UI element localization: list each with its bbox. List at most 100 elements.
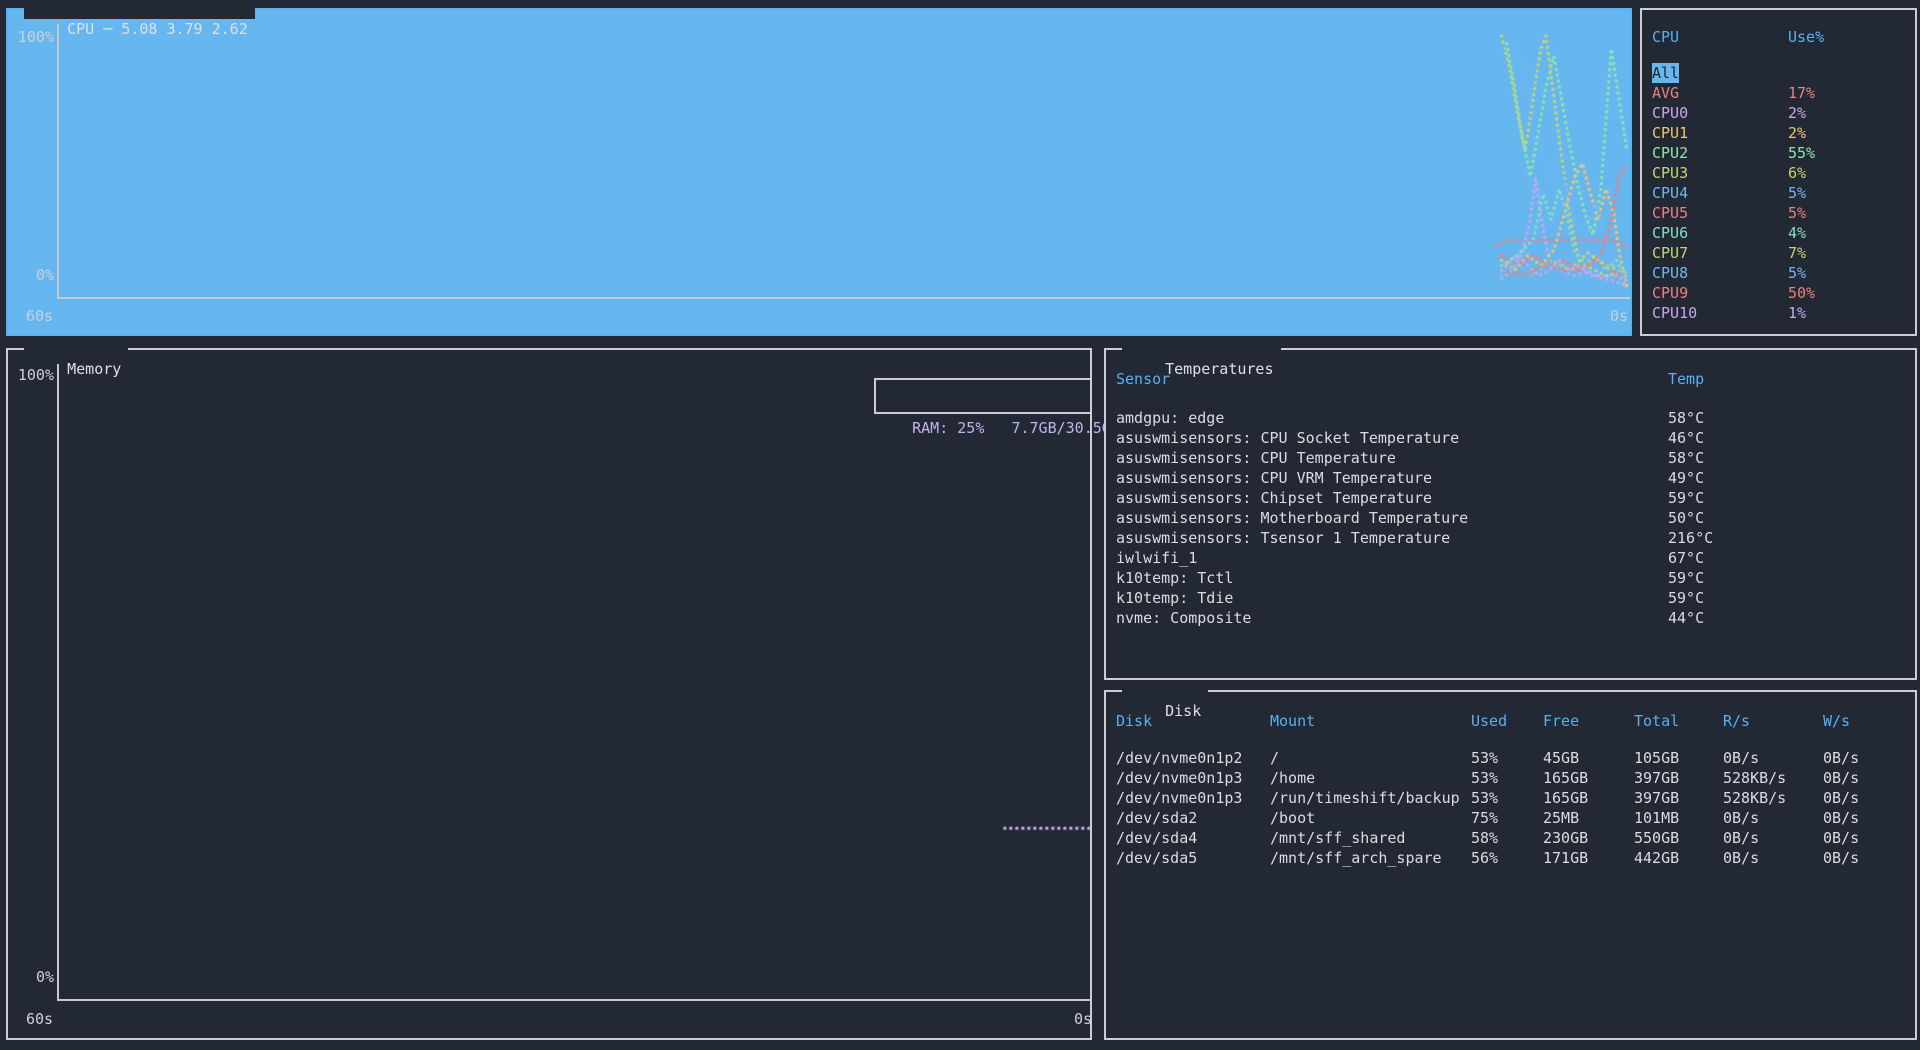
sensor-name: asuswmisensors: CPU Temperature xyxy=(1116,448,1396,468)
temperature-row[interactable]: amdgpu: edge 58°C xyxy=(1106,408,1915,428)
cpu-legend-row-label[interactable]: CPU3 xyxy=(1652,163,1688,183)
temperature-row[interactable]: nvme: Composite 44°C xyxy=(1106,608,1915,628)
temperature-row[interactable]: asuswmisensors: CPU VRM Temperature 49°C xyxy=(1106,468,1915,488)
disk-write-rate: 0B/s xyxy=(1823,748,1859,768)
temperatures-header: Sensor Temp xyxy=(1106,369,1915,389)
cpu-legend-row-label[interactable]: CPU2 xyxy=(1652,143,1688,163)
cpu-legend-row[interactable]: CPU7 7% xyxy=(1642,243,1915,263)
temperature-row[interactable]: k10temp: Tctl 59°C xyxy=(1106,568,1915,588)
cpu-legend-row-value: 17% xyxy=(1788,83,1815,103)
disk-device: /dev/sda2 xyxy=(1116,808,1197,828)
disk-mountpoint: / xyxy=(1270,748,1279,768)
memory-x-left-label: 60s xyxy=(26,1009,53,1029)
sensor-temp-value: 59°C xyxy=(1668,568,1704,588)
cpu-panel[interactable]: CPU ─ 5.08 3.79 2.62 100% 0% 60s 0s xyxy=(6,8,1632,336)
temp-column-header: Temp xyxy=(1668,369,1704,389)
sensor-name: asuswmisensors: CPU Socket Temperature xyxy=(1116,428,1459,448)
cpu-x-left-label: 60s xyxy=(26,306,53,326)
read-rate-column-header: R/s xyxy=(1723,711,1750,731)
cpu-legend-row-label[interactable]: CPU6 xyxy=(1652,223,1688,243)
cpu-y-max-label: 100% xyxy=(12,27,54,47)
cpu-legend-row[interactable]: CPU5 5% xyxy=(1642,203,1915,223)
disk-device: /dev/nvme0n1p3 xyxy=(1116,788,1242,808)
disk-read-rate: 0B/s xyxy=(1723,848,1759,868)
sensor-name: asuswmisensors: Chipset Temperature xyxy=(1116,488,1432,508)
temperature-row[interactable]: asuswmisensors: Chipset Temperature 59°C xyxy=(1106,488,1915,508)
disk-read-rate: 528KB/s xyxy=(1723,788,1786,808)
cpu-legend-rows: All AVG 17% CPU0 2% CPU1 2% CPU2 55% xyxy=(1642,63,1915,323)
temperature-row[interactable]: iwlwifi_1 67°C xyxy=(1106,548,1915,568)
disk-mountpoint: /mnt/sff_arch_spare xyxy=(1270,848,1442,868)
cpu-legend-row-label[interactable]: CPU0 xyxy=(1652,103,1688,123)
disk-row[interactable]: /dev/nvme0n1p2 / 53% 45GB 105GB 0B/s 0B/… xyxy=(1106,748,1915,768)
cpu-panel-title: CPU ─ 5.08 3.79 2.62 xyxy=(24,0,255,19)
temperature-row[interactable]: asuswmisensors: CPU Temperature 58°C xyxy=(1106,448,1915,468)
cpu-legend-row-label[interactable]: CPU10 xyxy=(1652,303,1697,323)
total-column-header: Total xyxy=(1634,711,1679,731)
cpu-legend-row[interactable]: CPU0 2% xyxy=(1642,103,1915,123)
cpu-legend-row-label[interactable]: CPU1 xyxy=(1652,123,1688,143)
use-percent-column-header: Use% xyxy=(1788,27,1824,47)
disk-panel[interactable]: Disk Disk Mount Used Free Total R/s W/s … xyxy=(1104,690,1917,1040)
sensor-name: k10temp: Tdie xyxy=(1116,588,1233,608)
disk-row[interactable]: /dev/nvme0n1p3 /home 53% 165GB 397GB 528… xyxy=(1106,768,1915,788)
disk-used-pct: 75% xyxy=(1471,808,1498,828)
disk-row[interactable]: /dev/sda5 /mnt/sff_arch_spare 56% 171GB … xyxy=(1106,848,1915,868)
disk-column-header: Disk xyxy=(1116,711,1152,731)
disk-row[interactable]: /dev/nvme0n1p3 /run/timeshift/backup 53%… xyxy=(1106,788,1915,808)
disk-rows: /dev/nvme0n1p2 / 53% 45GB 105GB 0B/s 0B/… xyxy=(1106,748,1915,868)
sensor-name: amdgpu: edge xyxy=(1116,408,1224,428)
temperature-row[interactable]: asuswmisensors: Tsensor 1 Temperature 21… xyxy=(1106,528,1915,548)
cpu-legend-panel[interactable]: CPU Use% All AVG 17% CPU0 2% CPU1 2% xyxy=(1640,8,1917,336)
cpu-legend-row[interactable]: CPU8 5% xyxy=(1642,263,1915,283)
cpu-legend-row-label[interactable]: All xyxy=(1652,63,1679,83)
cpu-legend-row[interactable]: CPU6 4% xyxy=(1642,223,1915,243)
disk-free: 171GB xyxy=(1543,848,1588,868)
cpu-legend-row-value: 6% xyxy=(1788,163,1806,183)
cpu-legend-row-value: 4% xyxy=(1788,223,1806,243)
cpu-legend-row[interactable]: CPU9 50% xyxy=(1642,283,1915,303)
cpu-legend-row-label[interactable]: CPU9 xyxy=(1652,283,1688,303)
cpu-legend-row-label[interactable]: CPU8 xyxy=(1652,263,1688,283)
write-rate-column-header: W/s xyxy=(1823,711,1850,731)
disk-device: /dev/nvme0n1p3 xyxy=(1116,768,1242,788)
disk-row[interactable]: /dev/sda2 /boot 75% 25MB 101MB 0B/s 0B/s xyxy=(1106,808,1915,828)
temperature-row[interactable]: asuswmisensors: CPU Socket Temperature 4… xyxy=(1106,428,1915,448)
disk-read-rate: 528KB/s xyxy=(1723,768,1786,788)
sensor-name: asuswmisensors: Motherboard Temperature xyxy=(1116,508,1468,528)
disk-device: /dev/sda4 xyxy=(1116,828,1197,848)
cpu-legend-row[interactable]: CPU1 2% xyxy=(1642,123,1915,143)
memory-panel[interactable]: Memory 100% 0% 60s 0s RAM: 25% 7.7GB/30.… xyxy=(6,348,1092,1040)
cpu-legend-row[interactable]: CPU3 6% xyxy=(1642,163,1915,183)
cpu-legend-row[interactable]: All xyxy=(1642,63,1915,83)
cpu-legend-row-label[interactable]: CPU5 xyxy=(1652,203,1688,223)
used-column-header: Used xyxy=(1471,711,1507,731)
temperature-row[interactable]: asuswmisensors: Motherboard Temperature … xyxy=(1106,508,1915,528)
cpu-legend-row-value: 5% xyxy=(1788,183,1806,203)
disk-total: 442GB xyxy=(1634,848,1679,868)
cpu-legend-row-label[interactable]: AVG xyxy=(1652,83,1679,103)
cpu-legend-row-label[interactable]: CPU7 xyxy=(1652,243,1688,263)
temperatures-panel[interactable]: Temperatures Sensor Temp amdgpu: edge 58… xyxy=(1104,348,1917,680)
cpu-legend-row[interactable]: CPU4 5% xyxy=(1642,183,1915,203)
sensor-temp-value: 46°C xyxy=(1668,428,1704,448)
disk-total: 397GB xyxy=(1634,768,1679,788)
cpu-y-min-label: 0% xyxy=(12,265,54,285)
memory-x-axis xyxy=(57,999,1092,1001)
cpu-legend-row[interactable]: CPU10 1% xyxy=(1642,303,1915,323)
disk-mountpoint: /boot xyxy=(1270,808,1315,828)
cpu-legend-row[interactable]: AVG 17% xyxy=(1642,83,1915,103)
disk-write-rate: 0B/s xyxy=(1823,768,1859,788)
disk-header: Disk Mount Used Free Total R/s W/s xyxy=(1106,711,1915,731)
cpu-legend-row[interactable]: CPU2 55% xyxy=(1642,143,1915,163)
cpu-legend-row-label[interactable]: CPU4 xyxy=(1652,183,1688,203)
disk-used-pct: 56% xyxy=(1471,848,1498,868)
disk-row[interactable]: /dev/sda4 /mnt/sff_shared 58% 230GB 550G… xyxy=(1106,828,1915,848)
cpu-usage-graph xyxy=(59,26,1630,297)
mount-column-header: Mount xyxy=(1270,711,1315,731)
disk-mountpoint: /mnt/sff_shared xyxy=(1270,828,1405,848)
sensor-name: asuswmisensors: CPU VRM Temperature xyxy=(1116,468,1432,488)
disk-read-rate: 0B/s xyxy=(1723,808,1759,828)
free-column-header: Free xyxy=(1543,711,1579,731)
temperature-row[interactable]: k10temp: Tdie 59°C xyxy=(1106,588,1915,608)
